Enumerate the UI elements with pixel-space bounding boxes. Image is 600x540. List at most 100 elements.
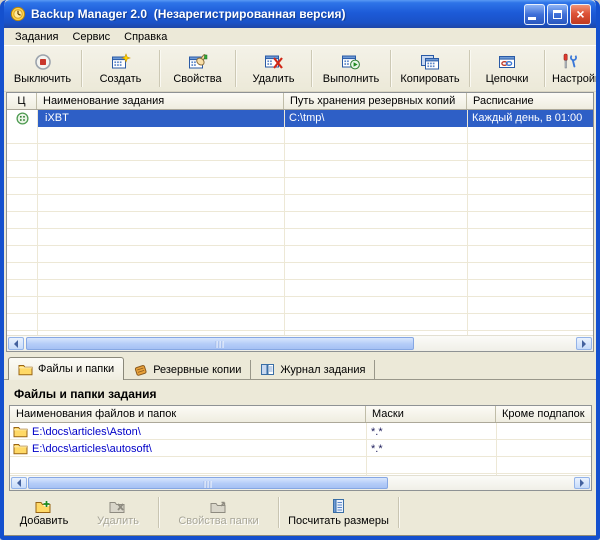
run-task-icon — [341, 53, 361, 71]
column-divider — [496, 423, 497, 475]
task-schedule: Каждый день, в 01:00 — [467, 110, 593, 127]
delete-task-icon — [264, 53, 284, 71]
close-button[interactable]: × — [570, 3, 591, 25]
scroll-right-button[interactable] — [574, 477, 590, 489]
tasks-table-body: iXBT C:\tmp\ Каждый день, в 01:00 — [7, 110, 593, 335]
settings-label: Настройки — [552, 72, 596, 85]
folder-mask: *.* — [371, 425, 383, 438]
calc-sizes-label: Посчитать размеры — [288, 515, 389, 527]
tab-label: Файлы и папки — [38, 363, 115, 375]
folder-path-cell: E:\docs\articles\autosoft\ — [10, 440, 366, 456]
menu-bar: Задания Сервис Справка — [4, 28, 596, 46]
copy-task-button[interactable]: Копировать — [391, 46, 469, 91]
task-properties-icon — [188, 53, 208, 71]
arrow-left-icon — [14, 339, 18, 348]
copy-task-icon — [420, 53, 440, 71]
new-task-button[interactable]: Создать — [82, 46, 159, 91]
folder-icon — [13, 442, 28, 455]
arrow-left-icon — [17, 479, 21, 487]
add-folder-label: Добавить — [19, 514, 69, 527]
tasks-table-header: Ц Наименование задания Путь хранения рез… — [7, 93, 593, 110]
folder-path: E:\docs\articles\autosoft\ — [32, 442, 152, 455]
detail-tabs: Файлы и папки Резервные копии Журнал зад… — [4, 357, 596, 380]
close-icon: × — [576, 6, 585, 22]
title-bar[interactable]: Backup Manager 2.0 (Незарегистрированная… — [4, 0, 596, 28]
backup-copies-icon — [133, 363, 148, 377]
calc-sizes-button[interactable]: Посчитать размеры — [281, 494, 396, 531]
toolbar-divider — [278, 497, 279, 528]
task-name: iXBT — [37, 110, 284, 127]
col-header-schedule[interactable]: Расписание — [467, 93, 593, 109]
app-window: Backup Manager 2.0 (Незарегистрированная… — [0, 0, 600, 540]
run-task-label: Выполнить — [322, 72, 380, 85]
remove-folder-button[interactable]: Удалить — [80, 494, 156, 531]
chains-label: Цепочки — [485, 72, 529, 85]
task-active-icon — [15, 112, 29, 125]
app-icon — [10, 6, 26, 22]
scroll-left-button[interactable] — [11, 477, 27, 489]
folder-properties-button[interactable]: Свойства папки — [161, 494, 276, 531]
power-off-label: Выключить — [13, 72, 72, 85]
folder-mask: *.* — [371, 442, 383, 455]
tab-label: Журнал задания — [280, 363, 366, 376]
new-task-icon — [111, 52, 131, 71]
tab-task-journal[interactable]: Журнал задания — [251, 360, 376, 379]
col-header-task-name[interactable]: Наименование задания — [37, 93, 284, 109]
chains-button[interactable]: Цепочки — [470, 46, 544, 91]
folder-except — [496, 440, 591, 456]
tab-label: Резервные копии — [153, 363, 242, 376]
arrow-right-icon — [580, 479, 584, 487]
tab-backup-copies[interactable]: Резервные копии — [124, 360, 252, 379]
delete-task-button[interactable]: Удалить — [236, 46, 311, 91]
folder-except — [496, 423, 591, 439]
folder-row[interactable]: E:\docs\articles\autosoft\ *.* — [10, 440, 591, 457]
task-status-cell — [7, 110, 37, 127]
folder-path: E:\docs\articles\Aston\ — [32, 425, 141, 438]
chains-icon — [497, 53, 517, 71]
col-header-backup-path[interactable]: Путь хранения резервных копий — [284, 93, 467, 109]
add-folder-icon — [35, 499, 53, 514]
remove-folder-label: Удалить — [97, 514, 139, 527]
tab-files-and-folders[interactable]: Файлы и папки — [8, 357, 125, 380]
power-off-button[interactable]: Выключить — [4, 46, 81, 91]
scrollbar-thumb[interactable] — [26, 337, 414, 350]
settings-icon — [545, 53, 579, 71]
files-horizontal-scrollbar[interactable] — [10, 475, 591, 490]
col-header-masks[interactable]: Маски — [366, 406, 496, 422]
delete-task-label: Удалить — [252, 72, 295, 85]
menu-tasks[interactable]: Задания — [8, 30, 65, 44]
files-table-header: Наименования файлов и папок Маски Кроме … — [10, 406, 591, 423]
main-toolbar: Выключить Создать Свойства Удалить Выпол… — [4, 46, 596, 92]
files-table: Наименования файлов и папок Маски Кроме … — [9, 405, 592, 491]
task-row[interactable]: iXBT C:\tmp\ Каждый день, в 01:00 — [7, 110, 593, 127]
col-header-target[interactable]: Ц — [7, 93, 37, 109]
column-divider — [284, 110, 285, 335]
menu-service[interactable]: Сервис — [65, 30, 117, 44]
new-task-label: Создать — [99, 72, 142, 85]
menu-help[interactable]: Справка — [117, 30, 174, 44]
folder-row[interactable]: E:\docs\articles\Aston\ *.* — [10, 423, 591, 440]
task-properties-button[interactable]: Свойства — [160, 46, 235, 91]
maximize-button[interactable] — [547, 3, 568, 25]
folder-icon — [18, 363, 33, 376]
scroll-right-button[interactable] — [576, 337, 592, 350]
scroll-left-button[interactable] — [8, 337, 24, 350]
settings-button[interactable]: Настройки — [545, 46, 596, 91]
col-header-file-names[interactable]: Наименования файлов и папок — [10, 406, 366, 422]
copy-task-label: Копировать — [400, 72, 460, 85]
scrollbar-thumb[interactable] — [28, 477, 388, 489]
minimize-button[interactable] — [524, 3, 545, 25]
folder-icon — [13, 425, 28, 438]
folder-properties-icon — [210, 499, 228, 514]
column-divider — [366, 423, 367, 475]
files-panel-heading: Файлы и папки задания — [14, 387, 157, 401]
col-header-except-subfolders[interactable]: Кроме подпапок — [496, 406, 591, 422]
window-title: Backup Manager 2.0 (Незарегистрированная… — [31, 7, 346, 21]
run-task-button[interactable]: Выполнить — [312, 46, 390, 91]
files-toolbar: Добавить Удалить Свойства папки Посчитат… — [4, 494, 596, 531]
tasks-horizontal-scrollbar[interactable] — [7, 335, 593, 351]
minimize-icon — [528, 17, 536, 20]
files-table-body: E:\docs\articles\Aston\ *.* E:\docs\arti… — [10, 423, 591, 475]
add-folder-button[interactable]: Добавить — [8, 494, 80, 531]
tasks-table: Ц Наименование задания Путь хранения рез… — [6, 92, 594, 352]
